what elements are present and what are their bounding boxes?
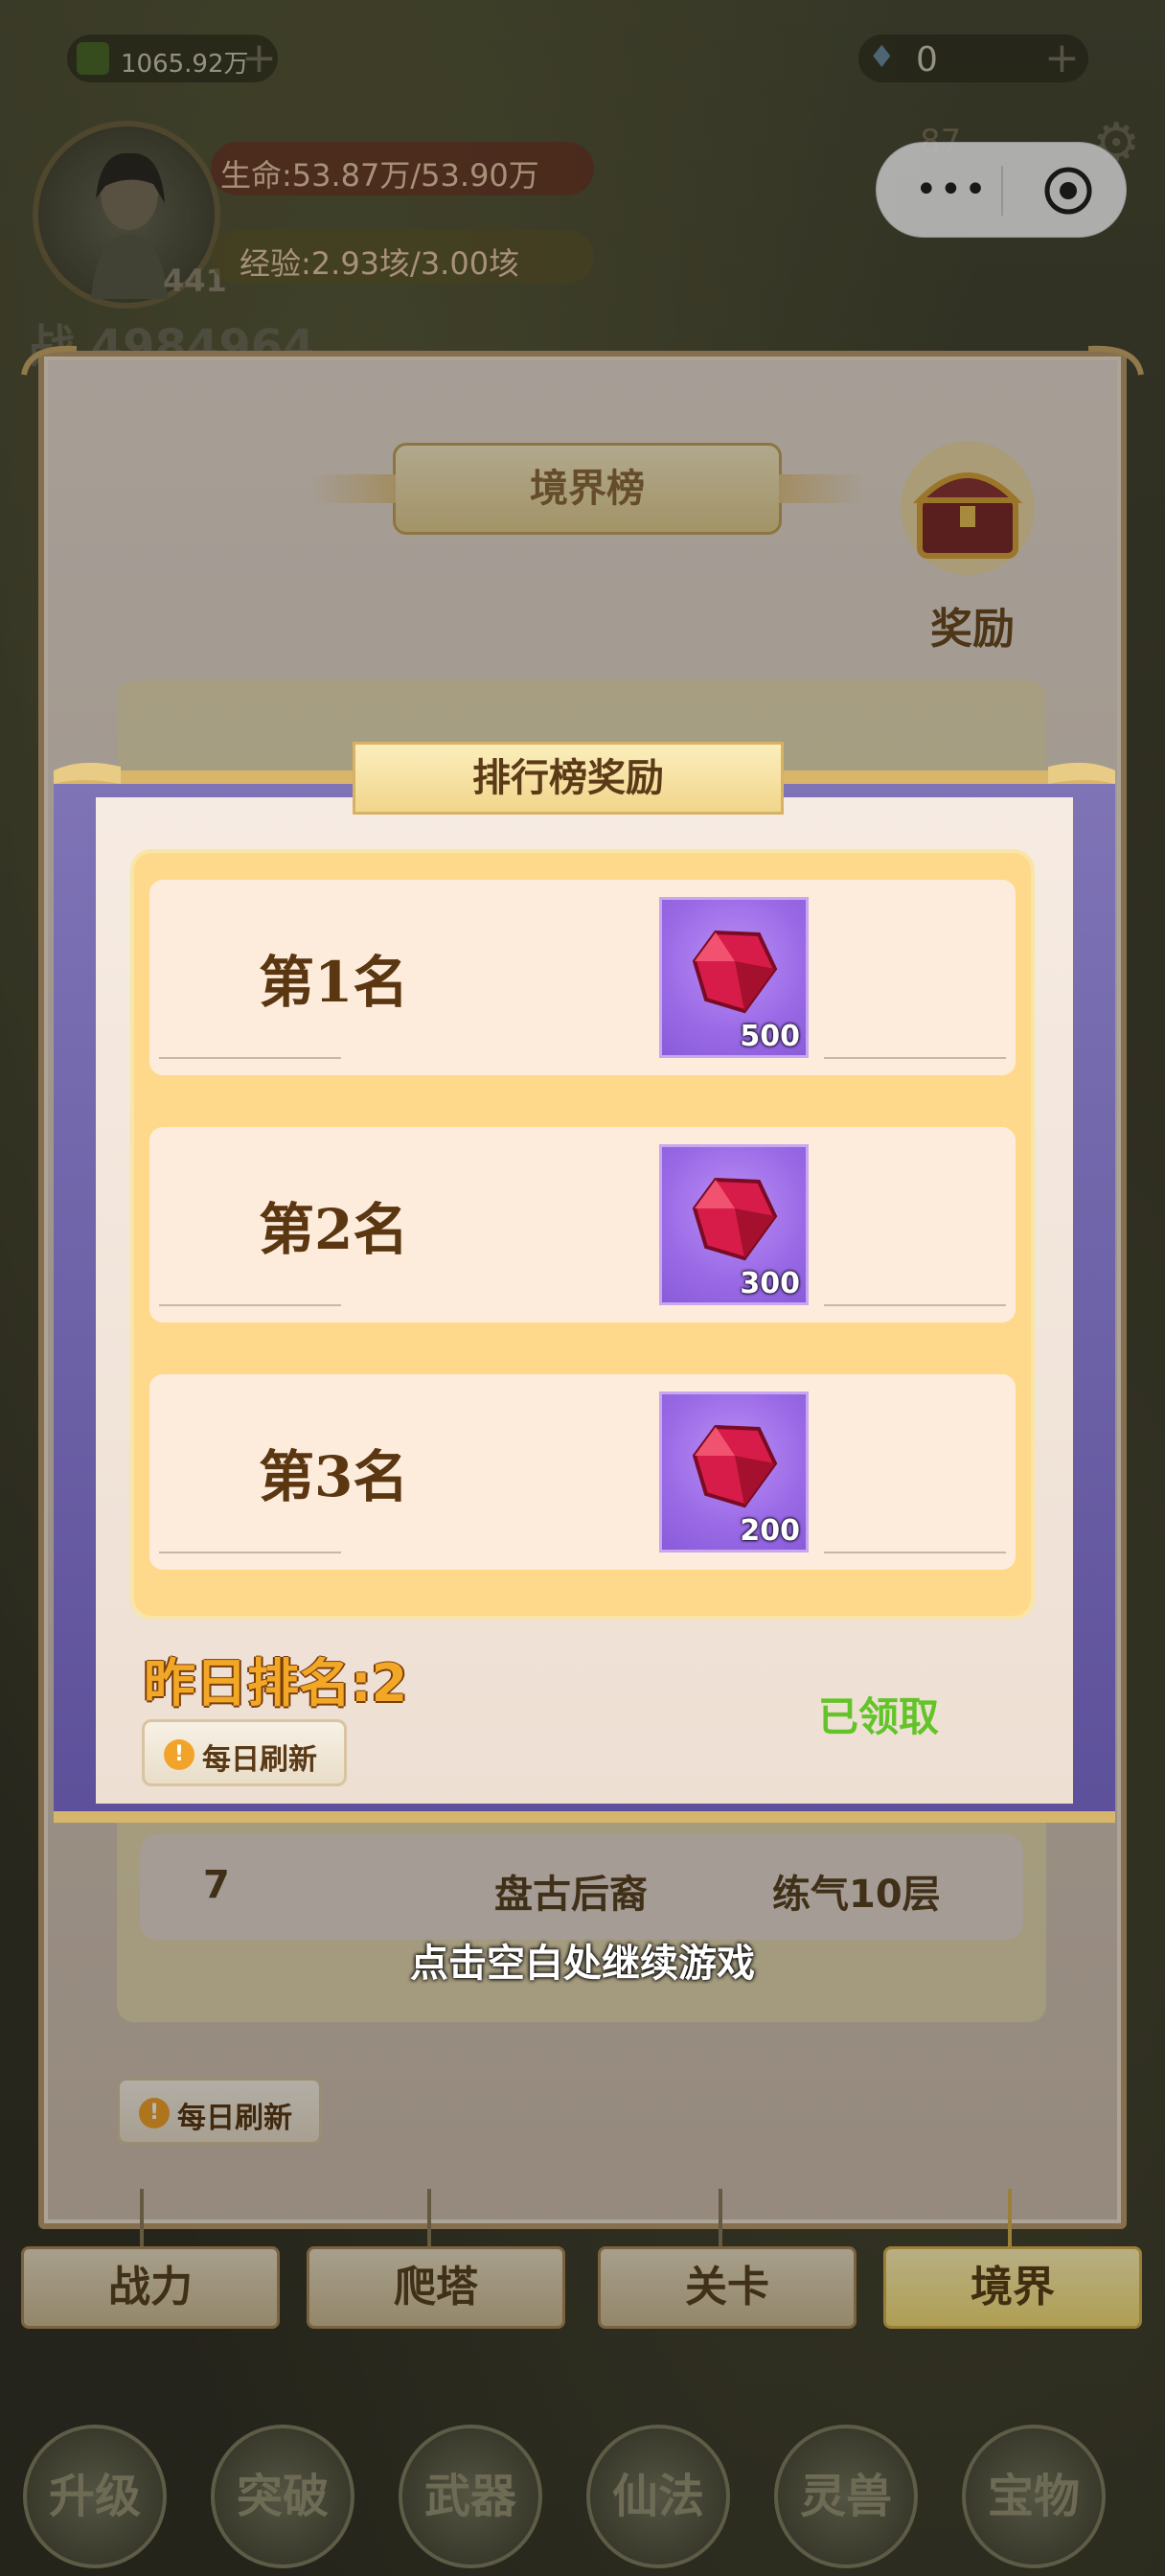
daily-refresh-badge: ! 每日刷新 — [142, 1719, 347, 1786]
red-gem-icon[interactable]: 500 — [659, 897, 809, 1058]
red-gem-icon[interactable]: 300 — [659, 1144, 809, 1305]
action-treasure[interactable]: 宝物 — [962, 2425, 1106, 2568]
reward-list: 第1名 500 第2名 300 第3名 200 — [130, 849, 1035, 1620]
rank-label: 第3名 — [259, 1444, 409, 1509]
gem-shape — [692, 930, 778, 1014]
reward-row: 第1名 500 — [149, 880, 1016, 1075]
row-divider-ornament-icon — [159, 1057, 1006, 1059]
action-beast[interactable]: 灵兽 — [774, 2425, 918, 2568]
action-spell[interactable]: 仙法 — [586, 2425, 730, 2568]
rank-label: 第1名 — [259, 950, 409, 1015]
row-divider-ornament-icon — [159, 1304, 1006, 1306]
reward-row: 第3名 200 — [149, 1374, 1016, 1570]
ranking-reward-popup: 排行榜奖励 第1名 500 第2名 300 第3名 200 昨日排名:2 已领取… — [54, 742, 1115, 1823]
popup-bottom-ornament — [54, 1811, 1115, 1823]
claim-status: 已领取 — [818, 1693, 940, 1740]
reward-row: 第2名 300 — [149, 1127, 1016, 1322]
popup-title: 排行榜奖励 — [353, 742, 784, 815]
action-weapon[interactable]: 武器 — [399, 2425, 542, 2568]
gem-shape — [692, 1177, 778, 1261]
rank-label: 第2名 — [259, 1197, 409, 1262]
action-upgrade[interactable]: 升级 — [23, 2425, 167, 2568]
continue-hint: 点击空白处继续游戏 — [410, 1942, 755, 1986]
row-divider-ornament-icon — [159, 1552, 1006, 1553]
red-gem-icon[interactable]: 200 — [659, 1392, 809, 1552]
info-icon: ! — [164, 1739, 194, 1770]
action-breakthrough[interactable]: 突破 — [211, 2425, 354, 2568]
refresh-label: 每日刷新 — [202, 1743, 317, 1777]
gem-shape — [692, 1424, 778, 1508]
yesterday-rank: 昨日排名:2 — [144, 1653, 408, 1714]
